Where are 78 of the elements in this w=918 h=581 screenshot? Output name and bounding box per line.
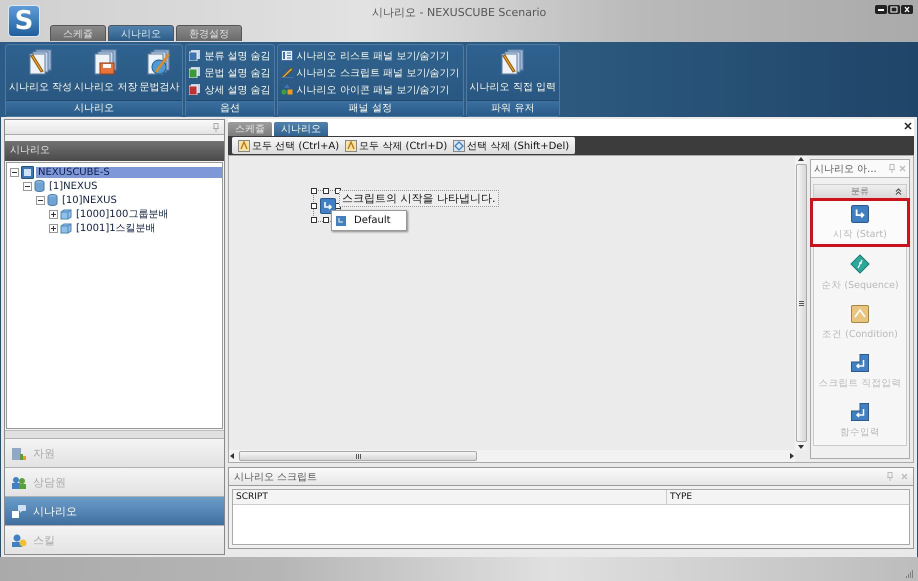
panel-title: 시나리오 스크립트	[234, 470, 318, 484]
ribbon-button[interactable]: 상세 설명 숨김	[189, 82, 271, 97]
node-label: 스크립트의 시작을 나타냅니다.	[339, 190, 498, 207]
ribbon-button[interactable]: 시나리오 아이콘 패널 보기/숨기기	[280, 82, 450, 97]
app-logo[interactable]: S	[8, 5, 40, 37]
panel-title: 시나리오 아...	[814, 162, 878, 176]
toolbar-button[interactable]: 모두 선택 (Ctrl+A)	[236, 138, 342, 152]
tree-item[interactable]: [10]NEXUS	[60, 194, 119, 206]
shapes-icon	[280, 84, 293, 95]
delete-all-icon	[345, 140, 358, 152]
option-square-icon	[189, 67, 200, 78]
cylinder-icon	[47, 194, 58, 206]
ribbon-button[interactable]: 문법검사	[139, 48, 180, 98]
grip-icon	[356, 454, 360, 458]
column-header[interactable]: SCRIPT	[233, 490, 667, 504]
option-square-icon	[189, 84, 200, 95]
toolbar-button[interactable]: 선택 삭제 (Shift+Del)	[451, 138, 572, 152]
collapse-icon[interactable]	[10, 168, 19, 176]
app-square-icon	[21, 166, 34, 178]
resize-grip-icon[interactable]	[906, 570, 914, 578]
document-tab[interactable]: 시나리오	[274, 122, 328, 136]
resize-handle[interactable]	[311, 203, 317, 209]
ribbon-button[interactable]: 시나리오 저장	[74, 48, 138, 98]
step-arrow-icon	[851, 354, 869, 372]
delete-selection-icon	[453, 140, 466, 152]
scroll-down-icon[interactable]	[798, 444, 804, 450]
pencil-icon	[280, 67, 293, 78]
arrow-square-icon	[336, 216, 346, 226]
toolbar-button[interactable]: 모두 삭제 (Ctrl+D)	[343, 138, 450, 152]
tree-item[interactable]: [1001]1스킬분배	[74, 221, 158, 235]
option-square-icon	[189, 50, 200, 61]
expand-icon[interactable]	[49, 224, 58, 232]
select-all-icon	[238, 140, 250, 152]
column-header[interactable]: TYPE	[667, 490, 692, 504]
person-gear-icon	[11, 532, 27, 548]
group-title: 파워 유저	[466, 100, 559, 116]
minimize-icon[interactable]	[875, 5, 887, 14]
chart-icon	[11, 446, 27, 460]
step-arrow-icon	[851, 403, 869, 421]
nav-item[interactable]: 시나리오	[5, 496, 224, 525]
collapse-icon[interactable]	[895, 188, 902, 195]
collapse-icon[interactable]	[23, 182, 32, 190]
window-title: 시나리오 - NEXUSCUBE Scenario	[372, 5, 546, 20]
branch-icon	[851, 305, 869, 323]
group-title: 시나리오	[6, 100, 182, 116]
cylinder-icon	[34, 180, 45, 192]
ribbon-button[interactable]: 시나리오 직접 입력	[470, 48, 556, 98]
ribbon-tab[interactable]: 환경설정	[176, 25, 242, 41]
ribbon-button[interactable]: 시나리오 리스트 패널 보기/숨기기	[280, 48, 450, 63]
ribbon-button[interactable]: 분류 설명 숨김	[189, 48, 271, 63]
people-icon	[11, 474, 27, 490]
chat-screen-icon	[11, 504, 27, 518]
scroll-right-icon[interactable]	[789, 453, 795, 459]
collapse-icon[interactable]	[36, 196, 45, 204]
diamond-icon	[850, 254, 870, 274]
grip-icon	[798, 300, 804, 306]
group-header[interactable]: 분류	[814, 185, 906, 198]
tree-item[interactable]: NEXUSCUBE-S	[36, 166, 222, 178]
ribbon-tab[interactable]: 시나리오	[108, 25, 174, 41]
horizontal-scrollbar[interactable]	[229, 450, 795, 462]
close-icon[interactable]	[901, 5, 913, 14]
ribbon-button[interactable]: 시나리오 스크립트 패널 보기/숨기기	[280, 65, 460, 80]
vertical-scrollbar[interactable]	[795, 156, 807, 450]
ribbon-button[interactable]: 시나리오 작성	[9, 48, 72, 98]
menu-item[interactable]: Default	[332, 213, 406, 228]
tree-item[interactable]: [1000]100그룹분배	[74, 207, 170, 221]
cube-icon	[60, 222, 72, 234]
cube-icon	[60, 208, 72, 220]
panel-header: 시나리오	[5, 141, 224, 161]
maximize-icon[interactable]	[888, 5, 900, 14]
group-title: 패널 설정	[278, 100, 463, 116]
tree-item[interactable]: [1]NEXUS	[47, 180, 100, 192]
scroll-left-icon[interactable]	[229, 453, 235, 459]
group-title: 옵션	[186, 100, 274, 116]
list-icon	[280, 50, 293, 61]
close-icon[interactable]	[904, 122, 912, 130]
expand-icon[interactable]	[49, 210, 58, 218]
ribbon-button[interactable]: 문법 설명 숨김	[189, 65, 271, 80]
